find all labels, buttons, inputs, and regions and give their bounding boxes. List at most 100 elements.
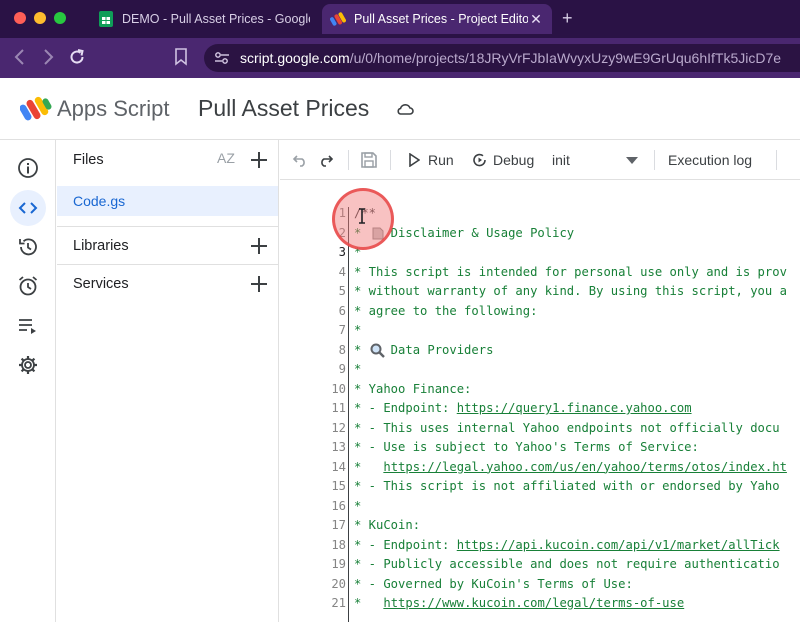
code-line: * - This uses internal Yahoo endpoints n… bbox=[354, 420, 780, 435]
settings-gear-icon[interactable] bbox=[10, 347, 46, 383]
line-number: 8 bbox=[338, 342, 346, 357]
cloud-saved-icon bbox=[396, 102, 414, 121]
app-brand: Apps Script bbox=[57, 96, 170, 121]
code-text: * bbox=[354, 596, 384, 610]
tab-title: Pull Asset Prices - Project Editor bbox=[354, 12, 528, 26]
execution-log-button[interactable]: Execution log bbox=[668, 140, 752, 180]
line-number: 13 bbox=[331, 440, 346, 454]
code-text: * - Endpoint: bbox=[354, 537, 457, 552]
debug-icon bbox=[473, 153, 486, 167]
url-host: script.google.com bbox=[240, 50, 350, 66]
add-file-icon[interactable] bbox=[249, 150, 269, 170]
indent-guide bbox=[348, 207, 349, 622]
code-line: * https://legal.yahoo.com/us/en/yahoo/te… bbox=[354, 458, 787, 478]
browser-tab-apps-script[interactable]: Pull Asset Prices - Project Editor ✕ bbox=[322, 4, 552, 34]
new-tab-button[interactable]: + bbox=[562, 8, 573, 29]
url-field[interactable]: script.google.com/u/0/home/projects/18JR… bbox=[204, 44, 800, 72]
yahoo-endpoint-link[interactable]: https://query1.finance.yahoo.com bbox=[457, 401, 692, 415]
line-number: 16 bbox=[331, 498, 346, 513]
forward-icon[interactable] bbox=[40, 48, 56, 70]
code-line: * - Endpoint: https://api.kucoin.com/api… bbox=[354, 536, 780, 556]
code-line: * - Governed by KuCoin's Terms of Use: bbox=[354, 576, 633, 591]
line-number: 9 bbox=[338, 362, 346, 376]
bookmark-icon[interactable] bbox=[174, 48, 188, 71]
address-bar: script.google.com/u/0/home/projects/18JR… bbox=[0, 38, 800, 78]
code-line: * bbox=[354, 362, 362, 376]
left-rail bbox=[0, 140, 56, 622]
line-number: 3 bbox=[338, 245, 346, 259]
apps-script-logo-icon[interactable] bbox=[19, 96, 52, 127]
line-number: 11 bbox=[331, 401, 346, 415]
run-label: Run bbox=[428, 152, 454, 168]
undo-icon[interactable] bbox=[292, 140, 308, 180]
code-line: * - Endpoint: https://query1.finance.yah… bbox=[354, 399, 692, 419]
kucoin-terms-link[interactable]: https://www.kucoin.com/legal/terms-of-us… bbox=[383, 596, 684, 610]
code-line: * KuCoin: bbox=[354, 518, 421, 532]
code-line: * - Use is subject to Yahoo's Terms of S… bbox=[354, 440, 699, 454]
code-line: * bbox=[354, 323, 362, 337]
code-line: * agree to the following: bbox=[354, 303, 538, 318]
file-item-code-gs[interactable]: Code.gs bbox=[57, 186, 278, 216]
back-icon[interactable] bbox=[12, 48, 28, 70]
browser-tab-sheets[interactable]: DEMO - Pull Asset Prices - Google Sheets bbox=[90, 4, 318, 34]
text-cursor-icon bbox=[357, 208, 367, 228]
code-line: * - Publicly accessible and does not req… bbox=[354, 557, 780, 571]
code-line: * This script is intended for personal u… bbox=[354, 264, 787, 279]
window-minimize-button[interactable] bbox=[34, 12, 46, 24]
line-number: 4 bbox=[338, 264, 346, 279]
line-number: 18 bbox=[331, 537, 346, 552]
add-library-icon[interactable] bbox=[249, 236, 269, 256]
triggers-alarm-icon[interactable] bbox=[10, 268, 46, 304]
kucoin-endpoint-link[interactable]: https://api.kucoin.com/api/v1/market/all… bbox=[457, 538, 780, 552]
code-text: * bbox=[354, 459, 384, 474]
services-label: Services bbox=[73, 276, 129, 292]
code-line: * bbox=[354, 498, 362, 513]
browser-tab-bar: DEMO - Pull Asset Prices - Google Sheets… bbox=[0, 0, 800, 38]
line-number: 7 bbox=[338, 323, 346, 337]
toolbar-divider bbox=[348, 150, 349, 170]
toolbar-divider bbox=[654, 150, 655, 170]
code-line: * https://www.kucoin.com/legal/terms-of-… bbox=[354, 594, 684, 614]
libraries-label: Libraries bbox=[73, 238, 129, 254]
line-number: 15 bbox=[331, 479, 346, 493]
line-number: 20 bbox=[331, 576, 346, 591]
editor-toolbar: Run Debug init Execution log bbox=[280, 140, 800, 180]
yahoo-terms-link[interactable]: https://legal.yahoo.com/us/en/yahoo/term… bbox=[383, 460, 787, 474]
redo-icon[interactable] bbox=[318, 140, 334, 180]
history-icon[interactable] bbox=[10, 229, 46, 265]
site-settings-icon[interactable] bbox=[214, 51, 230, 65]
overview-icon[interactable] bbox=[10, 150, 46, 186]
libraries-section[interactable]: Libraries bbox=[57, 226, 278, 264]
close-icon[interactable]: ✕ bbox=[528, 11, 544, 28]
files-panel: Files AZ Code.gs Libraries Services bbox=[57, 140, 279, 622]
line-number-gutter: 1 2 3 4 5 6 7 8 9 10 11 12 13 14 15 16 1… bbox=[280, 181, 346, 622]
toolbar-divider bbox=[390, 150, 391, 170]
function-select[interactable]: init bbox=[552, 140, 640, 180]
code-text: * - Endpoint: bbox=[354, 401, 457, 415]
project-title[interactable]: Pull Asset Prices bbox=[198, 95, 369, 122]
chevron-down-icon bbox=[626, 157, 638, 164]
reload-icon[interactable] bbox=[68, 48, 86, 70]
debug-label: Debug bbox=[493, 152, 535, 168]
code-line: * - This script is not affiliated with o… bbox=[354, 479, 780, 493]
function-select-value: init bbox=[552, 152, 570, 168]
save-icon[interactable] bbox=[360, 140, 378, 180]
apps-script-icon bbox=[330, 11, 346, 27]
debug-button[interactable]: Debug bbox=[472, 140, 534, 180]
run-button[interactable]: Run bbox=[408, 140, 454, 180]
services-section[interactable]: Services bbox=[57, 264, 278, 302]
sheets-icon bbox=[98, 11, 114, 27]
sort-az-icon[interactable]: AZ bbox=[217, 150, 235, 166]
files-header: Files bbox=[73, 152, 104, 168]
code-line: * Yahoo Finance: bbox=[354, 381, 472, 396]
window-close-button[interactable] bbox=[14, 12, 26, 24]
executions-icon[interactable] bbox=[10, 308, 46, 344]
editor-icon[interactable] bbox=[10, 190, 46, 226]
url-path: /u/0/home/projects/18JRyVrFJbIaWvyxUzy9w… bbox=[349, 50, 782, 66]
add-service-icon[interactable] bbox=[249, 274, 269, 294]
line-number: 19 bbox=[331, 557, 346, 571]
tab-title: DEMO - Pull Asset Prices - Google Sheets bbox=[122, 12, 310, 26]
code-line: * without warranty of any kind. By using… bbox=[354, 284, 787, 298]
window-zoom-button[interactable] bbox=[54, 12, 66, 24]
line-number: 10 bbox=[331, 381, 346, 396]
